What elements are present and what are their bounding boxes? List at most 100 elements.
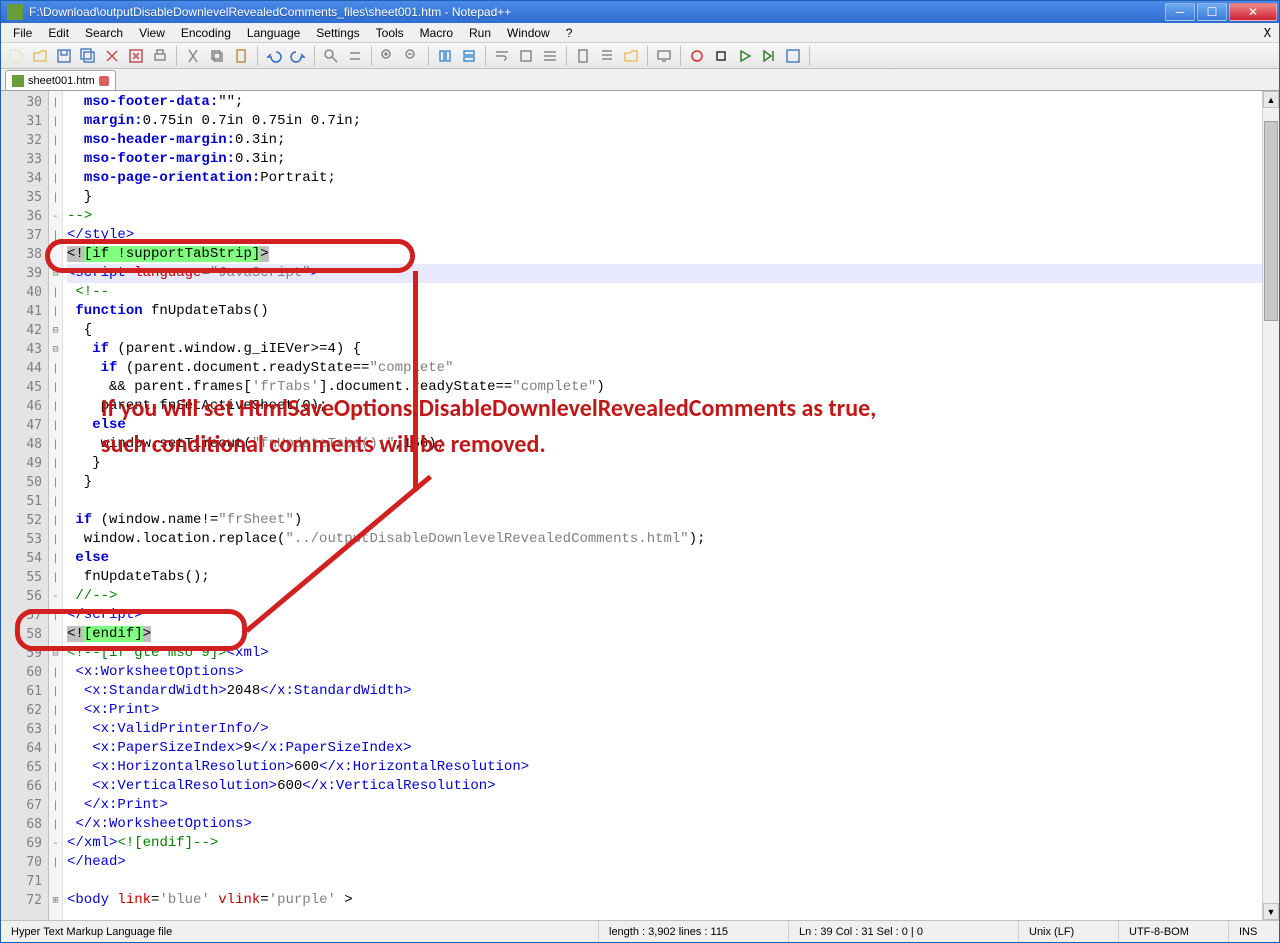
- menu-search[interactable]: Search: [77, 24, 131, 42]
- code-line[interactable]: mso-footer-data:"";: [67, 93, 1262, 112]
- code-line[interactable]: <![endif]>: [67, 625, 1262, 644]
- scroll-down-arrow[interactable]: ▼: [1263, 903, 1279, 920]
- code-line[interactable]: function fnUpdateTabs(): [67, 302, 1262, 321]
- status-insert: INS: [1229, 921, 1279, 942]
- code-line[interactable]: }: [67, 188, 1262, 207]
- maximize-button[interactable]: ☐: [1197, 3, 1227, 21]
- menu-edit[interactable]: Edit: [40, 24, 77, 42]
- code-line[interactable]: mso-page-orientation:Portrait;: [67, 169, 1262, 188]
- playx-icon[interactable]: [758, 45, 780, 67]
- code-line[interactable]: margin:0.75in 0.7in 0.75in 0.7in;: [67, 112, 1262, 131]
- close-file-icon[interactable]: [101, 45, 123, 67]
- code-line[interactable]: <!--[if gte mso 9]><xml>: [67, 644, 1262, 663]
- menu-settings[interactable]: Settings: [308, 24, 367, 42]
- code-line[interactable]: else: [67, 549, 1262, 568]
- code-line[interactable]: -->: [67, 207, 1262, 226]
- code-line[interactable]: </style>: [67, 226, 1262, 245]
- toolbar: [1, 43, 1279, 69]
- zoom-out-icon[interactable]: [401, 45, 423, 67]
- menu-view[interactable]: View: [131, 24, 173, 42]
- find-icon[interactable]: [320, 45, 342, 67]
- code-line[interactable]: <x:HorizontalResolution>600</x:Horizonta…: [67, 758, 1262, 777]
- code-line[interactable]: <x:PaperSizeIndex>9</x:PaperSizeIndex>: [67, 739, 1262, 758]
- func-list-icon[interactable]: [596, 45, 618, 67]
- menu-close-doc[interactable]: X: [1264, 26, 1271, 40]
- menu-tools[interactable]: Tools: [368, 24, 412, 42]
- print-icon[interactable]: [149, 45, 171, 67]
- menu-help[interactable]: ?: [558, 24, 581, 42]
- code-line[interactable]: [67, 492, 1262, 511]
- redo-icon[interactable]: [287, 45, 309, 67]
- code-line[interactable]: window.location.replace("../outputDisabl…: [67, 530, 1262, 549]
- vertical-scrollbar[interactable]: ▲ ▼: [1262, 91, 1279, 920]
- code-line[interactable]: <x:ValidPrinterInfo/>: [67, 720, 1262, 739]
- code-line[interactable]: <x:StandardWidth>2048</x:StandardWidth>: [67, 682, 1262, 701]
- wrap-icon[interactable]: [491, 45, 513, 67]
- replace-icon[interactable]: [344, 45, 366, 67]
- code-line[interactable]: </head>: [67, 853, 1262, 872]
- code-line[interactable]: </xml><![endif]-->: [67, 834, 1262, 853]
- folder-workspace-icon[interactable]: [620, 45, 642, 67]
- sync-v-icon[interactable]: [434, 45, 456, 67]
- close-button[interactable]: ✕: [1229, 3, 1277, 21]
- play-icon[interactable]: [734, 45, 756, 67]
- monitor-icon[interactable]: [653, 45, 675, 67]
- code-line[interactable]: <x:VerticalResolution>600</x:VerticalRes…: [67, 777, 1262, 796]
- chars-icon[interactable]: [515, 45, 537, 67]
- doc-map-icon[interactable]: [572, 45, 594, 67]
- code-line[interactable]: //-->: [67, 587, 1262, 606]
- code-line[interactable]: window.setTimeout("fnUpdateTabs();",150)…: [67, 435, 1262, 454]
- menu-run[interactable]: Run: [461, 24, 499, 42]
- code-line[interactable]: <x:Print>: [67, 701, 1262, 720]
- menu-macro[interactable]: Macro: [412, 24, 461, 42]
- minimize-button[interactable]: ─: [1165, 3, 1195, 21]
- code-line[interactable]: <script language="JavaScript">: [67, 264, 1262, 283]
- menu-language[interactable]: Language: [239, 24, 308, 42]
- code-line[interactable]: if (parent.window.g_iIEVer>=4) {: [67, 340, 1262, 359]
- zoom-in-icon[interactable]: [377, 45, 399, 67]
- save-all-icon[interactable]: [77, 45, 99, 67]
- paste-icon[interactable]: [230, 45, 252, 67]
- copy-icon[interactable]: [206, 45, 228, 67]
- menu-file[interactable]: File: [5, 24, 40, 42]
- code-line[interactable]: && parent.frames['frTabs'].document.read…: [67, 378, 1262, 397]
- code-line[interactable]: if (parent.document.readyState=="complet…: [67, 359, 1262, 378]
- code-line[interactable]: {: [67, 321, 1262, 340]
- code-line[interactable]: }: [67, 454, 1262, 473]
- sync-h-icon[interactable]: [458, 45, 480, 67]
- fold-column: ||||||-|⊟||⊟⊟||||||||||||-|⊟|||||||||-|⊞: [49, 91, 63, 920]
- new-file-icon[interactable]: [5, 45, 27, 67]
- file-tab[interactable]: sheet001.htm: [5, 70, 116, 90]
- code-line[interactable]: <body link='blue' vlink='purple' >: [67, 891, 1262, 910]
- code-line[interactable]: <![if !supportTabStrip]>: [67, 245, 1262, 264]
- code-area[interactable]: mso-footer-data:""; margin:0.75in 0.7in …: [63, 91, 1262, 920]
- savem-icon[interactable]: [782, 45, 804, 67]
- code-line[interactable]: [67, 872, 1262, 891]
- code-line[interactable]: </x:WorksheetOptions>: [67, 815, 1262, 834]
- code-line[interactable]: parent.fnSetActiveSheet(0);: [67, 397, 1262, 416]
- menu-encoding[interactable]: Encoding: [173, 24, 239, 42]
- code-line[interactable]: mso-footer-margin:0.3in;: [67, 150, 1262, 169]
- code-line[interactable]: else: [67, 416, 1262, 435]
- code-line[interactable]: <x:WorksheetOptions>: [67, 663, 1262, 682]
- tab-close-icon[interactable]: [99, 76, 109, 86]
- code-line[interactable]: <!--: [67, 283, 1262, 302]
- code-line[interactable]: }: [67, 473, 1262, 492]
- indent-icon[interactable]: [539, 45, 561, 67]
- open-file-icon[interactable]: [29, 45, 51, 67]
- undo-icon[interactable]: [263, 45, 285, 67]
- file-icon: [12, 75, 24, 87]
- stop-icon[interactable]: [710, 45, 732, 67]
- menu-window[interactable]: Window: [499, 24, 558, 42]
- cut-icon[interactable]: [182, 45, 204, 67]
- save-icon[interactable]: [53, 45, 75, 67]
- scroll-up-arrow[interactable]: ▲: [1263, 91, 1279, 108]
- code-line[interactable]: fnUpdateTabs();: [67, 568, 1262, 587]
- code-line[interactable]: if (window.name!="frSheet"): [67, 511, 1262, 530]
- scroll-thumb[interactable]: [1264, 121, 1278, 321]
- code-line[interactable]: </script>: [67, 606, 1262, 625]
- record-icon[interactable]: [686, 45, 708, 67]
- close-all-icon[interactable]: [125, 45, 147, 67]
- code-line[interactable]: mso-header-margin:0.3in;: [67, 131, 1262, 150]
- code-line[interactable]: </x:Print>: [67, 796, 1262, 815]
